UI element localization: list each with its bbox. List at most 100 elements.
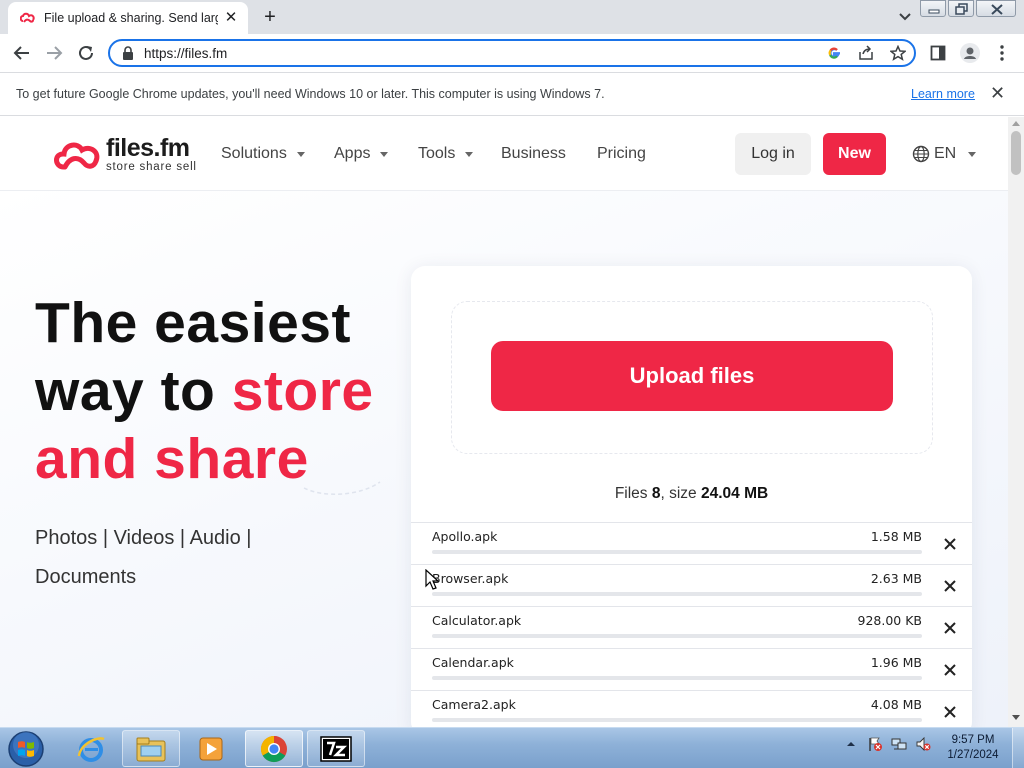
infobar-message: To get future Google Chrome updates, you…: [16, 87, 605, 101]
internet-explorer-icon: [77, 736, 105, 762]
media-player-icon: [199, 737, 223, 760]
remove-file-icon[interactable]: [941, 661, 959, 679]
windows-taskbar: 9:57 PM 1/27/2024: [0, 727, 1024, 768]
nav-pricing-label: Pricing: [597, 145, 646, 162]
profile-icon[interactable]: [956, 39, 984, 67]
caret-down-icon: [380, 151, 389, 157]
file-size: 928.00 KB: [857, 613, 922, 628]
file-row: Calculator.apk 928.00 KB: [411, 606, 972, 648]
file-progress-bar: [432, 718, 922, 722]
page-viewport: files.fm store share sell Solutions Apps…: [0, 117, 1008, 727]
taskbar-clock[interactable]: 9:57 PM 1/27/2024: [940, 733, 1006, 763]
taskbar-chrome[interactable]: [245, 730, 303, 767]
file-progress-bar: [432, 634, 922, 638]
file-list: Apollo.apk 1.58 MB Browser.apk 2.63 MB C…: [411, 522, 972, 727]
file-progress-bar: [432, 676, 922, 680]
taskbar-file-explorer[interactable]: [122, 730, 180, 767]
tab-close-icon[interactable]: ✕: [222, 9, 240, 27]
nav-tools[interactable]: Tools: [418, 145, 474, 163]
file-name: Calculator.apk: [432, 613, 522, 628]
clock-time: 9:57 PM: [951, 734, 995, 746]
upload-card: Upload files Files 8, size 24.04 MB Apol…: [411, 266, 972, 727]
file-progress-bar: [432, 550, 922, 554]
size-label: , size: [660, 485, 697, 502]
clock-date: 1/27/2024: [947, 749, 999, 761]
page-scrollbar[interactable]: [1008, 117, 1024, 727]
browser-tab[interactable]: File upload & sharing. Send large ✕: [8, 2, 248, 34]
hero-line-2-plain: way to: [35, 359, 232, 423]
restore-window-icon[interactable]: [948, 0, 974, 17]
nav-solutions-label: Solutions: [221, 145, 287, 162]
remove-file-icon[interactable]: [941, 619, 959, 637]
learn-more-link[interactable]: Learn more: [911, 87, 975, 101]
globe-icon: [912, 145, 930, 163]
remove-file-icon[interactable]: [941, 535, 959, 553]
remove-file-icon[interactable]: [941, 577, 959, 595]
update-infobar: To get future Google Chrome updates, you…: [0, 72, 1024, 116]
forward-icon[interactable]: [40, 39, 68, 67]
files-label: Files: [614, 485, 648, 502]
file-row: Calendar.apk 1.96 MB: [411, 648, 972, 690]
reload-icon[interactable]: [72, 39, 100, 67]
file-size: 1.58 MB: [870, 529, 922, 544]
taskbar-internet-explorer[interactable]: [62, 730, 120, 767]
scroll-up-arrow-icon[interactable]: [1012, 121, 1020, 126]
browser-toolbar: https://files.fm: [0, 34, 1024, 72]
file-progress-bar: [432, 592, 922, 596]
taskbar-media-player[interactable]: [182, 730, 240, 767]
action-center-flag-icon[interactable]: [867, 736, 883, 752]
nav-apps[interactable]: Apps: [334, 145, 389, 163]
scroll-down-arrow-icon[interactable]: [1012, 715, 1020, 720]
share-icon[interactable]: [858, 45, 874, 61]
network-icon[interactable]: [891, 736, 907, 752]
address-bar[interactable]: https://files.fm: [108, 39, 916, 67]
hero-line-1: The easiest: [35, 291, 351, 355]
upload-summary: Files 8, size 24.04 MB: [411, 485, 972, 503]
hero-subtitle-line-2: Documents: [35, 566, 137, 588]
caret-down-icon: [968, 151, 977, 157]
language-label: EN: [934, 145, 957, 162]
windows-start-icon[interactable]: [4, 729, 48, 768]
remove-file-icon[interactable]: [941, 703, 959, 721]
language-selector[interactable]: EN: [912, 145, 977, 163]
taskbar-7zip[interactable]: [307, 730, 365, 767]
infobar-close-icon[interactable]: ✕: [990, 83, 1005, 104]
volume-muted-icon[interactable]: [915, 736, 931, 752]
nav-business[interactable]: Business: [501, 145, 566, 163]
tab-search-chevron-icon[interactable]: [895, 8, 915, 26]
minimize-window-icon[interactable]: [920, 0, 946, 17]
file-name: Camera2.apk: [432, 697, 516, 712]
file-name: Calendar.apk: [432, 655, 514, 670]
chrome-icon: [260, 735, 287, 762]
file-row: Browser.apk 2.63 MB: [411, 564, 972, 606]
new-button[interactable]: New: [823, 133, 886, 175]
star-icon[interactable]: [890, 45, 906, 61]
files-fm-logo[interactable]: files.fm store share sell: [52, 135, 197, 175]
logo-name: files.fm: [106, 134, 190, 162]
logo-tagline: store share sell: [106, 161, 197, 173]
site-header: files.fm store share sell Solutions Apps…: [0, 117, 1008, 191]
file-row: Apollo.apk 1.58 MB: [411, 522, 972, 564]
nav-solutions[interactable]: Solutions: [221, 145, 305, 163]
caret-down-icon: [465, 151, 474, 157]
tab-strip: File upload & sharing. Send large ✕ +: [0, 0, 1024, 34]
show-hidden-icons-icon[interactable]: [843, 736, 859, 752]
scroll-thumb[interactable]: [1011, 131, 1021, 175]
lock-icon[interactable]: [122, 46, 134, 60]
upload-files-button[interactable]: Upload files: [491, 341, 893, 411]
close-window-icon[interactable]: [976, 0, 1016, 17]
nav-business-label: Business: [501, 145, 566, 162]
url-text[interactable]: https://files.fm: [144, 46, 826, 61]
login-button[interactable]: Log in: [735, 133, 811, 175]
new-tab-icon[interactable]: +: [258, 5, 282, 29]
side-panel-icon[interactable]: [924, 39, 952, 67]
nav-pricing[interactable]: Pricing: [597, 145, 646, 163]
nav-apps-label: Apps: [334, 145, 371, 162]
back-icon[interactable]: [8, 39, 36, 67]
file-name: Apollo.apk: [432, 529, 498, 544]
menu-icon[interactable]: [988, 39, 1016, 67]
show-desktop-button[interactable]: [1012, 728, 1024, 768]
google-icon[interactable]: [826, 45, 842, 61]
7zip-icon: [320, 735, 352, 762]
hero-line-2: way to store: [35, 357, 374, 425]
